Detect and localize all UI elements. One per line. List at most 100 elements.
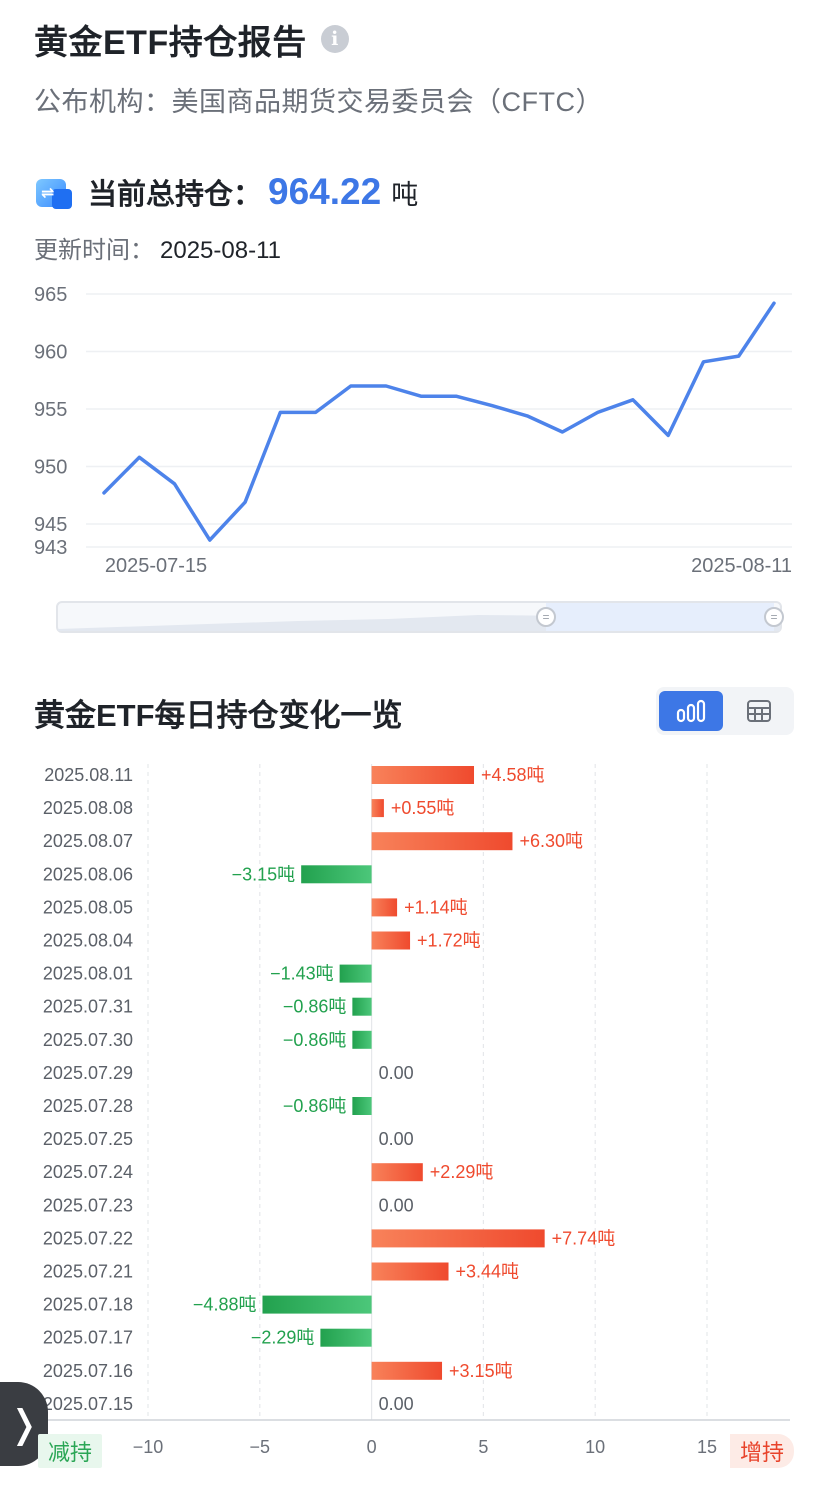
section-title: 黄金ETF每日持仓变化一览 [34,698,403,733]
category-label: 2025.08.06 [43,864,133,884]
category-label: 2025.07.15 [43,1394,133,1414]
bar-value-label: 0.00 [379,1129,414,1149]
bar-value-label: 0.00 [379,1195,414,1215]
holdings-line-chart[interactable]: 943945 950 955 960 965 2025-07-15 2025-08-11 [0,280,828,590]
category-label: 2025.08.07 [43,831,133,851]
category-label: 2025.07.24 [43,1162,133,1182]
category-label: 2025.07.17 [43,1328,133,1348]
data-point[interactable] [384,384,388,388]
data-point[interactable] [102,491,106,495]
chevron-right-icon: ❭ [8,1403,40,1446]
category-label: 2025.08.01 [43,964,133,984]
bar-decrease[interactable] [339,964,372,983]
category-label: 2025.07.22 [43,1228,133,1248]
slider-handle-left[interactable]: = [536,607,556,627]
bar-value-label: 0.00 [379,1394,414,1414]
table-view-button[interactable] [728,691,792,731]
data-point[interactable] [525,414,529,418]
category-label: 2025.07.29 [43,1063,133,1083]
category-label: 2025.07.23 [43,1195,133,1215]
data-point[interactable] [173,482,177,486]
bar-decrease[interactable] [301,865,372,884]
y-tick-label: 950 [34,457,67,479]
legend-increase: 增持 [730,1434,795,1468]
total-value: 964.22 [268,171,382,212]
bar-increase[interactable] [371,1361,443,1380]
update-label: 更新时间： [34,237,154,264]
bar-increase[interactable] [371,1229,545,1248]
category-label: 2025.07.31 [43,997,133,1017]
x-tick-label: 2025-07-15 [105,555,207,577]
bar-decrease[interactable] [352,1030,372,1049]
data-point[interactable] [490,404,494,408]
legend-decrease: 减持 [38,1434,103,1468]
data-point[interactable] [314,410,318,414]
info-icon[interactable]: i [320,25,349,53]
bar-increase[interactable] [371,1262,449,1281]
data-point[interactable] [419,394,423,398]
bar-decrease[interactable] [320,1328,372,1347]
category-label: 2025.08.05 [43,897,133,917]
bar-increase[interactable] [371,799,384,818]
bar-value-label: +6.30吨 [519,831,583,851]
report-header: 黄金ETF持仓报告 i 公布机构：美国商品期货交易委员会（CFTC） [34,14,794,119]
bar-value-label: +2.29吨 [430,1162,494,1182]
category-label: 2025.07.16 [43,1361,133,1381]
data-point[interactable] [278,410,282,414]
holdings-series-line[interactable] [102,301,776,542]
data-point[interactable] [596,410,600,414]
bar-value-label: +0.55吨 [391,798,455,818]
bar-value-label: +3.44吨 [456,1262,520,1282]
daily-change-bar-chart: −10 −5 0 5 10 15 2025.08.11 +4.58吨 2025.08.08 +0.… [42,764,790,1457]
bar-decrease[interactable] [262,1295,372,1314]
bar-decrease[interactable] [352,1097,372,1115]
bar-increase[interactable] [371,832,513,851]
bar-chart-view-button[interactable] [659,691,723,731]
x-tick-label: −5 [250,1437,271,1457]
data-point[interactable] [349,384,353,388]
data-point[interactable] [455,394,459,398]
slider-handle-right[interactable]: = [764,607,784,627]
bar-decrease[interactable] [352,997,372,1016]
bar-value-label: +3.15吨 [449,1361,513,1381]
category-label: 2025.08.04 [43,931,133,951]
data-point[interactable] [243,500,247,504]
bar-value-label: −3.15吨 [232,864,296,884]
data-point[interactable] [701,360,705,364]
y-tick-label: 955 [34,399,67,421]
view-toggle [656,687,794,735]
bar-value-label: −0.86吨 [283,997,347,1017]
bar-increase[interactable] [371,931,411,950]
y-tick-label: 945 [34,514,67,536]
x-tick-label: 0 [367,1437,377,1457]
transfer-icon: ⇌ [36,175,72,209]
bar-value-label: +7.74吨 [552,1228,616,1248]
bar-increase[interactable] [371,898,398,917]
bar-value-label: −2.29吨 [251,1328,315,1348]
publisher-text: 公布机构：美国商品期货交易委员会（CFTC） [34,87,603,117]
category-label: 2025.07.28 [43,1096,133,1116]
data-point[interactable] [737,354,741,358]
total-holdings: ⇌ 当前总持仓： 964.22 吨 [36,166,418,218]
slider-selection[interactable] [546,603,774,631]
data-point[interactable] [631,398,635,402]
y-tick-label: 960 [34,342,67,364]
x-tick-label: −10 [133,1437,164,1457]
bar-increase[interactable] [371,766,475,784]
x-tick-label: 15 [697,1437,717,1457]
bar-value-label: −0.86吨 [283,1096,347,1116]
category-label: 2025.07.25 [43,1129,133,1149]
data-point[interactable] [137,455,141,459]
data-point[interactable] [666,433,670,437]
bar-value-label: −1.43吨 [270,964,334,984]
category-label: 2025.07.21 [43,1262,133,1282]
x-tick-label: 5 [478,1437,488,1457]
data-point[interactable] [560,430,564,434]
category-label: 2025.07.30 [43,1030,133,1050]
data-point[interactable] [772,301,776,305]
bar-chart-icon [676,699,705,723]
bar-increase[interactable] [371,1163,423,1182]
update-date: 2025-08-11 [160,237,281,264]
data-point[interactable] [208,538,212,542]
range-slider[interactable]: = = [56,601,784,633]
